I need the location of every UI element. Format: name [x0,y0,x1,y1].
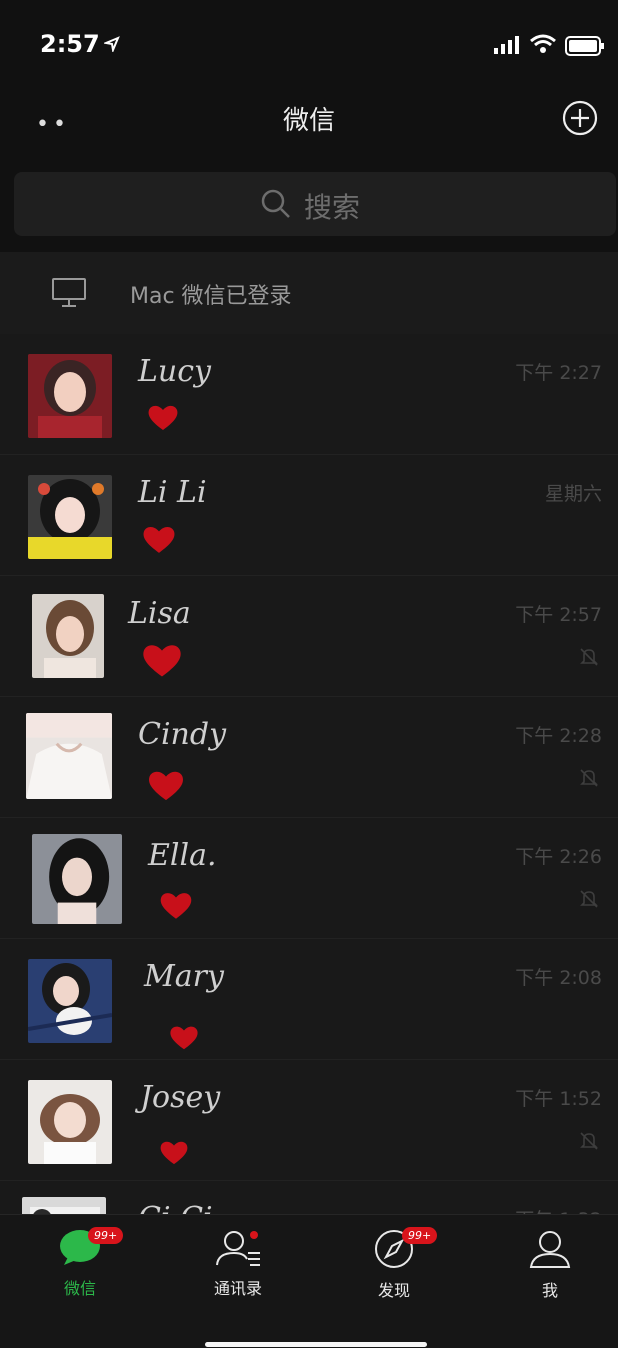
home-indicator [205,1342,427,1347]
mute-bell-icon [580,890,598,908]
heart-icon [149,771,183,801]
chat-time: 下午 2:26 [515,846,602,868]
tab-badge: 99+ [402,1227,438,1244]
search-placeholder: 搜索 [304,191,361,224]
page-title: 微信 [282,106,335,136]
chat-time: 下午 2:57 [515,604,602,626]
tab-weixin[interactable]: 99+ 微信 [20,1227,140,1299]
search-input[interactable]: 搜索 [14,172,616,236]
bottom-tab-bar: 99+ 微信 通讯录 99+ 发现 我 [0,1214,618,1348]
tab-label: 通讯录 [213,1279,262,1298]
tab-label: 微信 [63,1279,96,1298]
avatar [32,594,104,678]
chat-name: Mary [144,959,224,994]
heart-icon [160,1141,188,1165]
nav-bar: •• 微信 [0,90,618,162]
battery-icon [565,36,604,56]
chat-row-ella[interactable]: Ella. 下午 2:26 [0,818,618,939]
location-arrow-icon [104,36,120,52]
avatar [28,1080,112,1164]
search-area: 搜索 [0,162,618,252]
chat-time: 下午 2:28 [515,725,602,747]
search-icon [261,189,290,218]
chat-row-cindy[interactable]: Cindy 下午 2:28 [0,697,618,818]
chat-name: Cindy [138,717,227,752]
heart-icon [170,1026,198,1050]
mac-login-text: Mac 微信已登录 [130,284,292,309]
mute-bell-icon [580,769,598,787]
chat-row-lili[interactable]: Li Li 星期六 [0,455,618,576]
avatar-photo [22,1197,106,1214]
contacts-icon [216,1231,260,1266]
person-icon [529,1231,571,1268]
chat-time: 下午 1:52 [515,1088,602,1110]
avatar-photo [28,475,112,559]
status-time: 2:57 [40,30,100,58]
desktop-monitor-icon [52,278,86,307]
avatar [28,959,112,1043]
avatar [26,713,112,799]
chat-row-josey[interactable]: Josey 下午 1:52 [0,1060,618,1181]
avatar-photo [26,713,112,799]
avatar [22,1197,106,1214]
avatar [28,475,112,559]
chat-row-lucy[interactable]: Lucy 下午 2:27 [0,334,618,455]
chat-name: Lucy [138,354,211,389]
avatar-photo [28,959,112,1043]
chat-name: Josey [140,1080,221,1115]
mac-login-banner[interactable]: Mac 微信已登录 [0,252,618,335]
status-bar: 2:57 [0,0,618,90]
tab-label: 我 [541,1281,558,1300]
chat-time: 下午 2:08 [515,967,602,989]
heart-icon [143,526,175,553]
chat-name: Lisa [128,596,191,631]
avatar-photo [28,1080,112,1164]
heart-icon [160,893,192,919]
chat-row-lisa[interactable]: Lisa 下午 2:57 [0,576,618,697]
chat-time: 下午 1:32 [515,1205,602,1214]
chat-name: Li Li [138,475,207,510]
avatar-photo [32,594,104,678]
signal-icon [494,36,519,54]
tab-label: 发现 [377,1281,410,1300]
heart-icon [143,645,181,677]
avatar-photo [28,354,112,438]
chat-row-cici[interactable]: Ci Ci 下午 1:32 [0,1181,618,1214]
tab-contacts[interactable]: 通讯录 [178,1229,298,1299]
avatar-photo [32,834,122,924]
chat-name: Ci Ci [138,1201,213,1214]
chat-name: Ella. [148,838,217,873]
heart-icon [148,405,178,430]
chat-time: 星期六 [544,483,602,505]
wifi-icon [530,34,556,53]
chat-list: Lucy 下午 2:27 Li Li 星期六 Lisa 下午 2:57 Cind… [0,334,618,1214]
chat-time: 下午 2:27 [515,362,602,384]
avatar [28,354,112,438]
mute-bell-icon [580,1132,598,1150]
mute-bell-icon [580,648,598,666]
tab-discover[interactable]: 99+ 发现 [334,1227,454,1301]
avatar [32,834,122,924]
chat-row-mary[interactable]: Mary 下午 2:08 [0,939,618,1060]
tab-me[interactable]: 我 [490,1229,610,1301]
add-plus-icon[interactable] [562,100,598,136]
tab-badge: 99+ [88,1227,124,1244]
